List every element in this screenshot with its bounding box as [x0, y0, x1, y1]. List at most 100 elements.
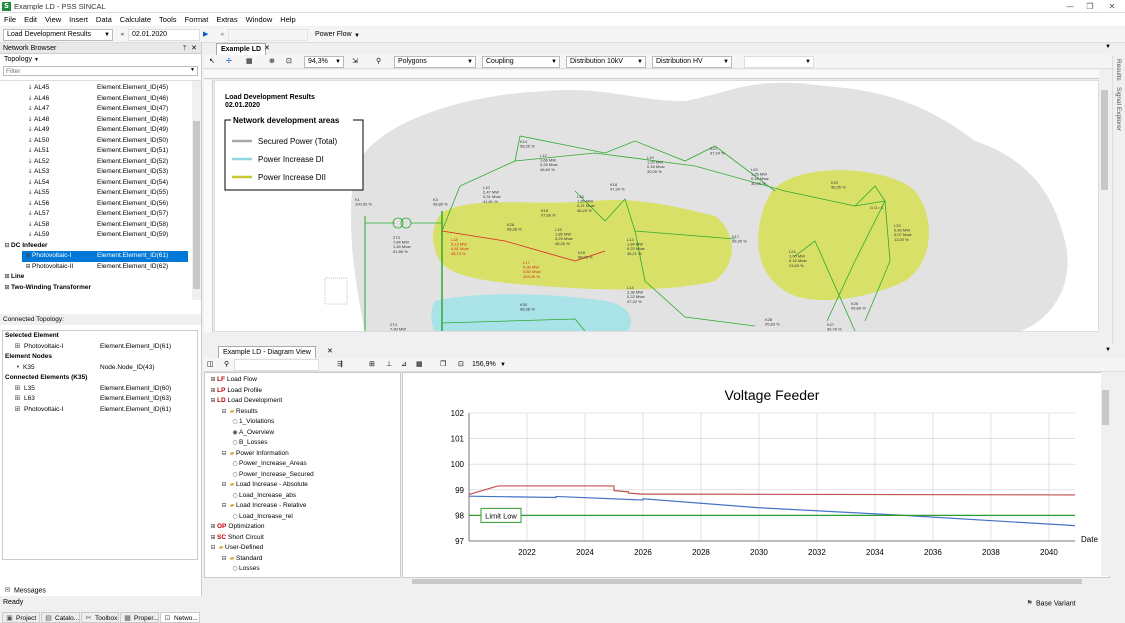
tree-row[interactable]: ◉A_Overview — [205, 428, 400, 439]
tree-row[interactable]: ↓AL49 Element.Element_ID(49) — [0, 125, 188, 136]
variant2-combo[interactable]: Distribution HV ▼ — [652, 56, 732, 68]
expand-icon[interactable]: ⊞ — [209, 375, 217, 386]
tree-row[interactable]: ↓AL57 Element.Element_ID(57) — [0, 209, 188, 220]
tree-group[interactable]: ⊞Two-Winding Transformer — [0, 283, 188, 294]
expand-icon[interactable]: ⊞ — [209, 522, 217, 533]
menu-edit[interactable]: Edit — [20, 13, 41, 26]
tree-row[interactable]: ⊟ ▰ Standard — [205, 554, 400, 565]
voltage-chart[interactable]: Voltage Feeder 2022 2024 2026 2028 2030 2032 20… — [403, 373, 1109, 577]
tree-row[interactable]: ⊞LF Load Flow — [205, 375, 400, 386]
tree-row[interactable]: ⊞OP Optimization — [205, 522, 400, 533]
grid-icon[interactable]: ▦ — [416, 359, 423, 371]
list-item[interactable]: ⊞ Photovoltaic-I Element.Element_ID(61) — [3, 405, 197, 416]
expand-icon[interactable]: ⊟ — [220, 501, 228, 512]
expand-icon[interactable]: ⊞ — [209, 386, 217, 397]
tree-row[interactable]: ○Losses — [205, 564, 400, 575]
side-tab-signal-explorer[interactable]: Signal Explorer — [1115, 87, 1122, 131]
zoom-combo[interactable]: 94,3% ▼ — [304, 56, 344, 68]
scroll-thumb[interactable] — [1101, 90, 1108, 190]
network-vscrollbar[interactable] — [1100, 80, 1109, 332]
tab-project[interactable]: ▣ Project — [2, 612, 40, 623]
close-icon[interactable]: ✕ — [327, 347, 333, 355]
tree-row[interactable]: ↓AL52 Element.Element_ID(52) — [0, 157, 188, 168]
radio-icon[interactable]: ○ — [231, 417, 239, 428]
menu-view[interactable]: View — [41, 13, 65, 26]
tab-diagram-view[interactable]: Example LD - Diagram View — [218, 346, 316, 358]
tree-row[interactable]: ⊞SC Short Circuit — [205, 533, 400, 544]
tree-row[interactable]: ↓AL56 Element.Element_ID(56) — [0, 199, 188, 210]
expand-icon[interactable]: ⊞ — [209, 533, 217, 544]
tree-row[interactable]: ⊞LD Load Development — [205, 396, 400, 407]
zoom-fit-icon[interactable]: ⊡ — [286, 56, 292, 68]
extra-combo[interactable]: ▼ — [744, 56, 814, 68]
menu-extras[interactable]: Extras — [212, 13, 241, 26]
topology-dropdown[interactable]: Topology ▼ — [0, 54, 201, 66]
expand-icon[interactable]: ⊟ — [220, 449, 228, 460]
tree-group[interactable]: ⊟DC Infeeder — [0, 241, 188, 252]
radio-icon[interactable]: ○ — [231, 459, 239, 470]
tree-row[interactable]: ⊟ ▰ Load Increase - Relative — [205, 501, 400, 512]
tree-row[interactable]: ↓AL51 Element.Element_ID(51) — [0, 146, 188, 157]
zoom-icon[interactable]: ⊕ — [269, 56, 275, 68]
expand-icon[interactable]: ⊟ — [220, 554, 228, 565]
tree-row[interactable]: ⊞LP Load Profile — [205, 386, 400, 397]
expand-icon[interactable]: ⊟ — [209, 543, 217, 554]
zoom-fit-icon[interactable]: ⊡ — [458, 359, 464, 371]
close-icon[interactable]: ✕ — [264, 44, 270, 52]
chevron-down-icon[interactable]: ▼ — [354, 30, 360, 42]
chevron-down-icon[interactable]: ▼ — [500, 359, 506, 371]
list-item[interactable]: ⊞ L63 Element.Element_ID(63) — [3, 394, 197, 405]
list-item[interactable]: ⊞ Photovoltaic-I Element.Element_ID(61) — [3, 342, 197, 353]
messages-tab[interactable]: ✉ Messages — [3, 586, 46, 595]
prev-icon[interactable]: ◂ — [120, 29, 124, 41]
tree-row[interactable]: ↓AL58 Element.Element_ID(58) — [0, 220, 188, 231]
chart-type-icon[interactable]: ⊞ — [369, 359, 375, 371]
restore-icon[interactable]: ❐ — [1080, 1, 1100, 12]
pin-icon[interactable]: ᛘ — [183, 43, 187, 54]
axis-icon[interactable]: ⊥ — [386, 359, 392, 371]
radio-icon[interactable]: ○ — [231, 438, 239, 449]
tree-row[interactable]: ↓AL55 Element.Element_ID(55) — [0, 188, 188, 199]
filter-box[interactable]: ▼ — [3, 66, 198, 76]
tree-scrollbar[interactable] — [192, 81, 201, 300]
step-back-icon[interactable]: ◂ — [220, 29, 224, 41]
chevron-down-icon[interactable]: ▼ — [1105, 44, 1111, 50]
scale-icon[interactable]: ⊿ — [401, 359, 407, 371]
collapse-icon[interactable]: ⊟ — [3, 241, 11, 252]
layer-combo[interactable]: Polygons ▼ — [394, 56, 476, 68]
close-icon[interactable]: ✕ — [191, 43, 197, 54]
menu-window[interactable]: Window — [242, 13, 277, 26]
tree-row[interactable]: ⊞Photovoltaic-I Element.Element_ID(61) — [22, 251, 188, 262]
expand-icon[interactable]: ⊞ — [3, 272, 11, 283]
radio-icon[interactable]: ○ — [231, 564, 239, 575]
play-icon[interactable]: ▶ — [203, 29, 208, 41]
tree-row[interactable]: ○B_Losses — [205, 438, 400, 449]
tree-row[interactable]: ↓AL50 Element.Element_ID(50) — [0, 136, 188, 147]
tree-row[interactable]: ⊟ ▰ Results — [205, 407, 400, 418]
tree-row[interactable]: ↓AL46 Element.Element_ID(46) — [0, 94, 188, 105]
zoom-value[interactable]: 156,9% — [472, 359, 496, 371]
date-field[interactable]: 02.01.2020 — [128, 29, 200, 41]
results-combo[interactable]: Load Development Results ▼ — [3, 29, 113, 41]
tree-row[interactable]: ↓AL48 Element.Element_ID(48) — [0, 115, 188, 126]
tab-catalog[interactable]: ▤ Catalo... — [41, 612, 80, 623]
tree-row[interactable]: ⊟ ▰ User-Defined — [205, 543, 400, 554]
hatched-element[interactable] — [324, 277, 348, 305]
tree-group[interactable]: ⊞Line — [0, 272, 188, 283]
tree-row[interactable]: ○Load_Increase_rel — [205, 512, 400, 523]
expand-icon[interactable]: ⊟ — [220, 407, 228, 418]
panel-icon[interactable]: ◫ — [207, 359, 214, 371]
radio-icon[interactable]: ○ — [231, 512, 239, 523]
tree-row[interactable]: ⊟ ▰ Power Information — [205, 449, 400, 460]
tree-row[interactable]: ⊟ ▰ Load Increase - Absolute — [205, 480, 400, 491]
network-canvas[interactable]: Load Development Results 02.01.2020 Netw… — [214, 80, 1099, 332]
tree-row[interactable]: ○1_Violations — [205, 417, 400, 428]
radio-icon[interactable]: ○ — [231, 470, 239, 481]
chevron-down-icon[interactable]: ▼ — [1105, 347, 1111, 353]
menu-insert[interactable]: Insert — [65, 13, 92, 26]
menu-format[interactable]: Format — [181, 13, 213, 26]
variant-combo[interactable]: Distribution 10kV ▼ — [566, 56, 646, 68]
menu-calculate[interactable]: Calculate — [116, 13, 155, 26]
tree-row[interactable]: ⊞Photovoltaic-II Element.Element_ID(62) — [22, 262, 188, 273]
tab-network[interactable]: ⊡ Netwo... — [160, 612, 200, 623]
